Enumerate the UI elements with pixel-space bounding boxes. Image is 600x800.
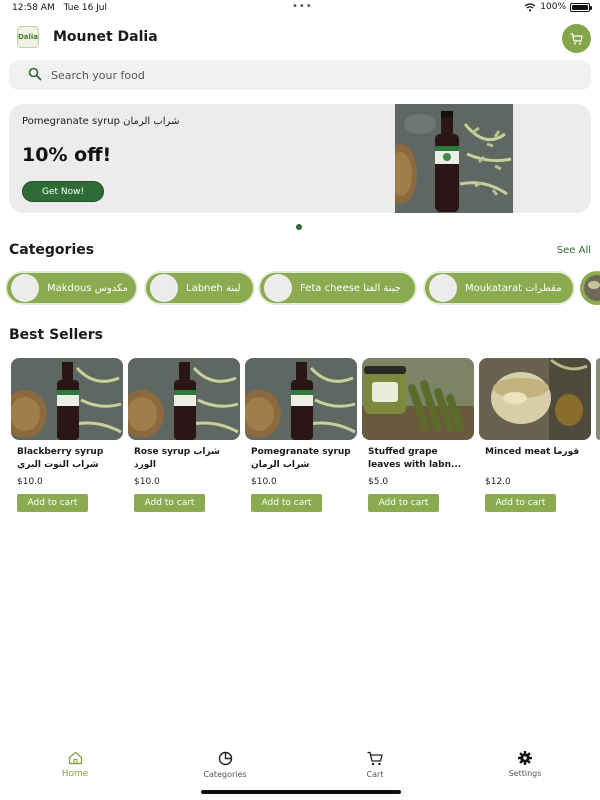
status-indicators: 100% (524, 2, 592, 12)
product-image (128, 358, 240, 440)
cart-icon (570, 32, 583, 44)
category-label: Labneh لبنة (186, 282, 241, 294)
product-price: $10.0 (251, 477, 277, 487)
product-card[interactable]: Minced meat قورما $12.0 Add to cart (479, 358, 591, 512)
nav-label-home: Home (61, 769, 89, 779)
gear-icon (518, 751, 532, 765)
status-time-date: 12:58 AM Tue 16 Jul (12, 3, 113, 13)
product-card[interactable]: Pomegranate syrup شراب الرمان $10.0 Add … (245, 358, 357, 512)
category-chip-moukatarat[interactable]: Moukatarat مقطرات (423, 271, 575, 305)
search-icon (28, 67, 42, 81)
app-logo: Dalia (17, 26, 39, 48)
status-time: 12:58 AM (12, 3, 55, 13)
product-price: $12.0 (485, 477, 511, 487)
add-to-cart-button[interactable]: Add to cart (17, 494, 88, 512)
category-image (264, 274, 292, 302)
product-image (11, 358, 123, 440)
nav-item-home[interactable]: Home (30, 751, 120, 779)
product-name: Blackberry syrup شراب التوت البري (17, 447, 104, 470)
status-date: Tue 16 Jul (63, 3, 108, 13)
nav-item-settings[interactable]: Settings (480, 751, 570, 778)
pie-chart-icon (218, 751, 232, 766)
wifi-icon (524, 2, 536, 11)
app-title: Mounet Dalia (53, 29, 158, 45)
product-price: $10.0 (17, 477, 43, 487)
see-all-link[interactable]: See All (557, 245, 591, 256)
category-chip-makdous[interactable]: Makdous مكدوس (5, 271, 138, 305)
category-label: Moukatarat مقطرات (465, 282, 562, 294)
category-label: Feta cheese جبنة الفتا (300, 282, 401, 294)
add-to-cart-button[interactable]: Add to cart (251, 494, 322, 512)
product-price: $5.0 (368, 477, 389, 487)
category-label: Makdous مكدوس (47, 282, 128, 294)
product-image (479, 358, 591, 440)
product-name: Minced meat قورما (485, 447, 580, 457)
banner-subtitle: Pomegranate syrup شراب الرمان (22, 116, 180, 127)
battery-icon (570, 2, 592, 12)
nav-label-categories: Categories (203, 770, 247, 779)
status-bar: 12:58 AM Tue 16 Jul ••• 100% (0, 0, 600, 16)
category-chip-partial[interactable] (580, 271, 600, 305)
carousel-page-indicator[interactable] (296, 224, 302, 230)
home-indicator[interactable] (201, 790, 401, 794)
product-price: $10.0 (134, 477, 160, 487)
best-sellers-heading: Best Sellers (9, 327, 103, 343)
category-image (429, 274, 457, 302)
product-card-partial[interactable] (596, 358, 600, 440)
banner-product-image (395, 104, 513, 213)
category-image (150, 274, 178, 302)
categories-heading: Categories (9, 242, 95, 258)
product-name: Stuffed grape leaves with labn... (368, 447, 462, 470)
home-icon (68, 751, 82, 765)
product-image (362, 358, 474, 440)
add-to-cart-button[interactable]: Add to cart (368, 494, 439, 512)
promo-banner[interactable]: Pomegranate syrup شراب الرمان 10% off! G… (9, 104, 591, 213)
product-card[interactable]: Stuffed grape leaves with labn... $5.0 A… (362, 358, 474, 512)
logo-text: Dalia (17, 33, 39, 41)
search-bar[interactable] (9, 60, 591, 90)
header-cart-button[interactable] (562, 24, 591, 53)
banner-discount: 10% off! (22, 144, 112, 166)
add-to-cart-button[interactable]: Add to cart (485, 494, 556, 512)
battery-percent: 100% (540, 2, 566, 12)
nav-item-cart[interactable]: Cart (330, 751, 420, 779)
category-chip-feta-cheese[interactable]: Feta cheese جبنة الفتا (258, 271, 417, 305)
get-now-button[interactable]: Get Now! (22, 181, 104, 202)
product-image (245, 358, 357, 440)
nav-label-cart: Cart (366, 770, 384, 779)
nav-label-settings: Settings (508, 769, 542, 778)
product-card[interactable]: Blackberry syrup شراب التوت البري $10.0 … (11, 358, 123, 512)
cart-icon (367, 751, 383, 766)
search-input[interactable] (51, 60, 571, 90)
multitasking-dots-icon[interactable]: ••• (292, 1, 313, 12)
nav-item-categories[interactable]: Categories (180, 751, 270, 779)
add-to-cart-button[interactable]: Add to cart (134, 494, 205, 512)
category-chip-labneh[interactable]: Labneh لبنة (144, 271, 255, 305)
category-image (11, 274, 39, 302)
product-name: Pomegranate syrup شراب الرمان (251, 447, 351, 470)
categories-list: Makdous مكدوس Labneh لبنة Feta cheese جب… (5, 271, 600, 305)
product-name: Rose syrup شراب الورد (134, 447, 220, 470)
product-card[interactable]: Rose syrup شراب الورد $10.0 Add to cart (128, 358, 240, 512)
app-header: Dalia Mounet Dalia (0, 24, 600, 54)
best-sellers-list: Blackberry syrup شراب التوت البري $10.0 … (0, 358, 600, 528)
